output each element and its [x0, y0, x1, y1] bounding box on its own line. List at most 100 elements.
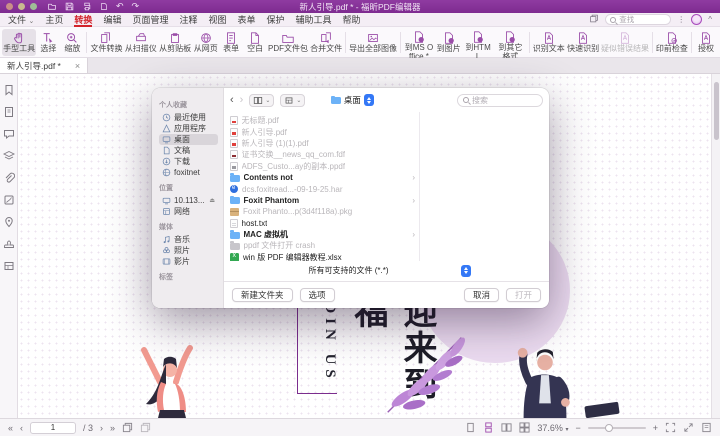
tool-to-ms-office[interactable]: 到MS Office * — [403, 29, 435, 56]
folder-row[interactable]: MAC 虚拟机› — [224, 229, 419, 240]
pages-panel-icon[interactable] — [3, 106, 15, 118]
layers-panel-icon[interactable] — [3, 150, 15, 162]
tool-zoom[interactable]: 缩放 — [60, 29, 84, 56]
open-file-icon[interactable] — [47, 2, 57, 11]
menu-form[interactable]: 表单 — [238, 13, 256, 27]
file-row[interactable]: 无标题.pdf — [224, 115, 419, 126]
tool-to-image[interactable]: 到图片 — [435, 29, 462, 56]
zoom-level-dropdown[interactable]: 37.6% ▾ — [537, 423, 568, 433]
tool-form[interactable]: 表单 — [219, 29, 243, 56]
menu-page-management[interactable]: 页面管理 — [132, 13, 168, 27]
back-icon[interactable]: ‹ — [230, 94, 234, 106]
vertical-scrollbar[interactable] — [711, 74, 720, 418]
redo-icon[interactable]: ↷ — [132, 1, 140, 12]
tool-pdf-portfolio[interactable]: PDF文件包 — [267, 29, 309, 56]
zoom-in-icon[interactable]: + — [653, 423, 658, 433]
sidebar-item-documents[interactable]: 文稿 — [159, 145, 218, 156]
tool-file-convert[interactable]: 文件转换 — [89, 29, 123, 56]
folder-row[interactable]: Contents not› — [224, 172, 419, 183]
menu-help[interactable]: 帮助 — [343, 13, 361, 27]
read-mode-icon[interactable] — [701, 422, 712, 433]
page-setup-icon[interactable] — [100, 2, 108, 11]
sidebar-item-downloads[interactable]: 下载 — [159, 156, 218, 167]
minimize-window-button[interactable] — [18, 3, 25, 10]
first-page-icon[interactable]: « — [8, 423, 13, 433]
menu-home[interactable]: 主页 — [45, 13, 63, 27]
tab-document[interactable]: 新人引导.pdf * × — [0, 58, 88, 73]
menu-accessibility[interactable]: 辅助工具 — [296, 13, 332, 27]
options-button[interactable]: 选项 — [300, 288, 335, 302]
menu-edit[interactable]: 编辑 — [103, 13, 121, 27]
tool-ocr-text[interactable]: 识别文本 — [532, 29, 566, 56]
zoom-window-button[interactable] — [30, 3, 37, 10]
bookmarks-panel-icon[interactable] — [3, 84, 15, 96]
zoom-out-icon[interactable]: − — [575, 423, 580, 433]
group-by-button[interactable]: ⌄ — [280, 94, 305, 107]
tool-blank[interactable]: 空白 — [243, 29, 267, 56]
sidebar-item-recents[interactable]: 最近使用 — [159, 112, 218, 123]
single-page-view-icon[interactable] — [465, 422, 476, 433]
close-tab-icon[interactable]: × — [75, 61, 80, 71]
previous-view-icon[interactable] — [122, 422, 133, 433]
more-options-icon[interactable]: ⋮ — [677, 15, 685, 24]
file-row[interactable]: Foxit Phanto...p(3d4f118a).pkg — [224, 206, 419, 217]
menu-protect[interactable]: 保护 — [267, 13, 285, 27]
comments-panel-icon[interactable] — [3, 128, 15, 140]
sidebar-item-desktop[interactable]: 桌面 — [159, 134, 218, 145]
signatures-panel-icon[interactable] — [3, 194, 15, 206]
tool-export-images[interactable]: 导出全部图像 — [348, 29, 398, 56]
sidebar-item-server[interactable]: 10.113...⏏ — [159, 195, 218, 206]
tool-quick-ocr[interactable]: 快速识别 — [566, 29, 600, 56]
tool-to-other-format[interactable]: 到其它格式 — [494, 29, 526, 56]
continuous-view-icon[interactable] — [483, 422, 494, 433]
window-controls[interactable] — [6, 3, 37, 10]
sidebar-item-applications[interactable]: 应用程序 — [159, 123, 218, 134]
fit-page-icon[interactable] — [665, 422, 676, 433]
print-icon[interactable] — [82, 2, 92, 11]
attachments-panel-icon[interactable] — [3, 172, 15, 184]
undo-icon[interactable]: ↶ — [116, 1, 124, 12]
file-row[interactable]: 证书交换__news_qq_com.fdf — [224, 149, 419, 160]
fullscreen-icon[interactable] — [683, 422, 694, 433]
collapse-ribbon-icon[interactable]: ^ — [708, 15, 712, 24]
dialog-search-input[interactable]: 搜索 — [457, 94, 543, 107]
file-row[interactable]: win 版 PDF 编辑器教程.xlsx — [224, 252, 419, 261]
tool-authorize[interactable]: 授权 — [694, 29, 718, 56]
folder-row[interactable]: Foxit Phantom› — [224, 195, 419, 206]
account-avatar[interactable] — [691, 14, 702, 25]
next-view-icon[interactable] — [140, 422, 151, 433]
fields-panel-icon[interactable] — [3, 260, 15, 272]
file-row[interactable]: 新人引导.pdf — [224, 126, 419, 137]
cancel-button[interactable]: 取消 — [464, 288, 499, 302]
file-row[interactable]: dcs.foxitread...-09-19-25.har — [224, 183, 419, 194]
sidebar-item-photos[interactable]: 照片 — [159, 245, 218, 256]
sidebar-item-music[interactable]: 音乐 — [159, 234, 218, 245]
save-icon[interactable] — [65, 2, 74, 11]
file-row[interactable]: 新人引导 (1)(1).pdf — [224, 138, 419, 149]
eject-icon[interactable]: ⏏ — [209, 197, 215, 204]
menu-view[interactable]: 视图 — [208, 13, 226, 27]
tool-from-web[interactable]: 从网页 — [192, 29, 219, 56]
tool-combine-files[interactable]: 合并文件 — [309, 29, 343, 56]
last-page-icon[interactable]: » — [110, 423, 115, 433]
next-page-icon[interactable]: › — [100, 423, 103, 433]
close-window-button[interactable] — [6, 3, 13, 10]
file-type-dropdown[interactable]: 所有可支持的文件 (*.*) — [303, 264, 471, 277]
file-row[interactable]: ppdf 文件打开 crash — [224, 240, 419, 251]
view-mode-columns-button[interactable]: ⌄ — [249, 94, 274, 107]
file-row[interactable]: ADFS_Custo...ay的副本.ppdf — [224, 161, 419, 172]
tool-preflight[interactable]: 印前检查 — [655, 29, 689, 56]
scrollbar-thumb[interactable] — [714, 82, 719, 140]
stamps-panel-icon[interactable] — [3, 238, 15, 250]
menu-comment[interactable]: 注释 — [179, 13, 197, 27]
destinations-panel-icon[interactable] — [3, 216, 15, 228]
facing-view-icon[interactable] — [501, 422, 512, 433]
page-number-input[interactable] — [30, 422, 76, 434]
zoom-slider[interactable] — [588, 427, 646, 429]
tool-from-clipboard[interactable]: 从剪贴板 — [158, 29, 192, 56]
sidebar-item-foxitnet[interactable]: foxitnet — [159, 167, 218, 178]
menu-file[interactable]: 文件 ⌄ — [8, 13, 34, 27]
layout-switcher-icon[interactable] — [589, 14, 599, 25]
file-row[interactable]: host.txt — [224, 218, 419, 229]
tool-select[interactable]: 选择 — [36, 29, 60, 56]
